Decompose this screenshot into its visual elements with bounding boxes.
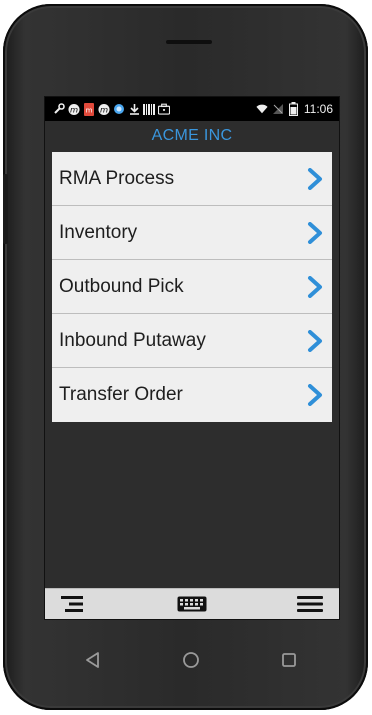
indent-menu-icon — [61, 596, 83, 612]
chevron-right-icon — [308, 167, 322, 190]
recents-button[interactable] — [269, 640, 309, 680]
status-icons-right: 11:06 — [256, 102, 339, 116]
indent-menu-button[interactable] — [59, 592, 89, 616]
bottom-toolbar — [45, 588, 339, 619]
download-icon — [128, 102, 140, 116]
chevron-right-icon — [308, 275, 322, 298]
menu-item-label: RMA Process — [59, 167, 175, 189]
side-button — [3, 174, 8, 244]
battery-icon — [288, 102, 300, 116]
menu-item-label: Transfer Order — [59, 384, 183, 405]
menu-item-inbound-putaway[interactable]: Inbound Putaway — [52, 314, 332, 368]
android-nav-bar — [44, 635, 338, 685]
status-bar: m m m 11:06 — [45, 97, 339, 121]
main-menu: RMA Process Inventory Outbound Pick Inbo… — [52, 152, 332, 422]
app-title: ACME INC — [151, 127, 233, 144]
briefcase-icon — [158, 102, 170, 116]
m-app-icon: m — [68, 102, 80, 116]
home-button[interactable] — [171, 640, 211, 680]
menu-item-outbound-pick[interactable]: Outbound Pick — [52, 260, 332, 314]
menu-item-label: Inbound Putaway — [59, 329, 206, 351]
chevron-right-icon — [308, 384, 322, 406]
svg-text:m: m — [100, 104, 108, 114]
menu-item-label: Outbound Pick — [59, 275, 184, 297]
hamburger-menu-button[interactable] — [295, 592, 325, 616]
status-time: 11:06 — [303, 102, 333, 116]
globe-icon — [113, 102, 125, 116]
wrench-icon — [53, 102, 65, 116]
menu-item-rma-process[interactable]: RMA Process — [52, 152, 332, 206]
barcode-icon — [143, 102, 155, 116]
menu-item-label: Inventory — [59, 221, 138, 243]
chevron-right-icon — [308, 329, 322, 352]
menu-item-transfer-order[interactable]: Transfer Order — [52, 368, 332, 422]
m-red-icon: m — [83, 102, 95, 116]
back-triangle-icon — [86, 652, 99, 668]
keyboard-button[interactable] — [177, 592, 207, 616]
recents-square-icon — [282, 653, 296, 667]
status-icons-left: m m m — [45, 102, 170, 116]
home-circle-icon — [183, 652, 199, 668]
keyboard-icon — [177, 596, 207, 612]
earpiece-speaker — [166, 40, 212, 44]
m-app-icon-2: m — [98, 102, 110, 116]
svg-text:m: m — [70, 104, 78, 114]
no-signal-icon — [272, 102, 284, 116]
chevron-right-icon — [308, 221, 322, 244]
phone-screen: m m m 11:06 ACME INC RMA Process Invento… — [44, 96, 340, 620]
menu-item-inventory[interactable]: Inventory — [52, 206, 332, 260]
hamburger-menu-icon — [297, 596, 323, 612]
svg-text:m: m — [86, 106, 93, 114]
wifi-icon — [256, 102, 268, 116]
back-button[interactable] — [73, 640, 113, 680]
